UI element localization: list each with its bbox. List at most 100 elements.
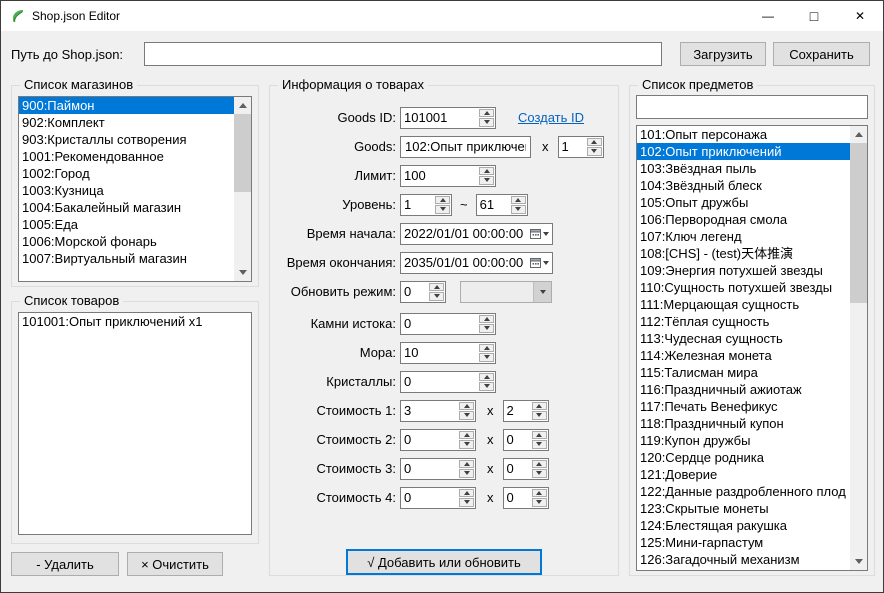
scroll-up-icon[interactable] xyxy=(850,126,867,143)
spin-down-icon[interactable] xyxy=(459,411,474,420)
scroll-down-icon[interactable] xyxy=(850,553,867,570)
spin-up-icon[interactable] xyxy=(587,138,602,147)
scroll-up-icon[interactable] xyxy=(234,97,251,114)
cost3-id-spinner[interactable] xyxy=(400,458,476,480)
item-list-item[interactable]: 104:Звёздный блеск xyxy=(637,177,850,194)
close-icon[interactable]: ✕ xyxy=(837,1,883,31)
item-list-item[interactable]: 107:Ключ легенд xyxy=(637,228,850,245)
mora-spinner[interactable] xyxy=(400,342,496,364)
spin-up-icon[interactable] xyxy=(459,431,474,440)
item-list-item[interactable]: 119:Купон дружбы xyxy=(637,432,850,449)
path-input[interactable] xyxy=(144,42,662,66)
goods-input[interactable] xyxy=(400,136,531,158)
limit-input[interactable] xyxy=(401,166,479,186)
items-listbox[interactable]: 101:Опыт персонажа102:Опыт приключений10… xyxy=(636,125,868,571)
spin-down-icon[interactable] xyxy=(587,147,602,156)
spin-up-icon[interactable] xyxy=(479,373,494,382)
spin-up-icon[interactable] xyxy=(479,167,494,176)
shop-list-item[interactable]: 902:Комплект xyxy=(19,114,234,131)
item-list-item[interactable]: 101:Опыт персонажа xyxy=(637,126,850,143)
cost4-count-spinner[interactable] xyxy=(503,487,549,509)
spin-down-icon[interactable] xyxy=(429,292,444,301)
spin-up-icon[interactable] xyxy=(532,460,547,469)
cost4-count-input[interactable] xyxy=(504,488,532,508)
item-list-item[interactable]: 112:Тёплая сущность xyxy=(637,313,850,330)
cost1-count-spinner[interactable] xyxy=(503,400,549,422)
item-list-item[interactable]: 118:Праздничный купон xyxy=(637,415,850,432)
save-button[interactable]: Сохранить xyxy=(773,42,870,66)
cost3-id-input[interactable] xyxy=(401,459,459,479)
cost1-id-spinner[interactable] xyxy=(400,400,476,422)
item-list-item[interactable]: 125:Мини-гарпастум xyxy=(637,534,850,551)
spin-down-icon[interactable] xyxy=(459,498,474,507)
scroll-down-icon[interactable] xyxy=(234,264,251,281)
spin-down-icon[interactable] xyxy=(479,353,494,362)
item-list-item[interactable]: 122:Данные раздробленного плод xyxy=(637,483,850,500)
delete-button[interactable]: - Удалить xyxy=(11,552,119,576)
spin-down-icon[interactable] xyxy=(532,469,547,478)
goods-count-spinner[interactable] xyxy=(558,136,604,158)
shops-listbox[interactable]: 900:Паймон902:Комплект903:Кристаллы сотв… xyxy=(18,96,252,282)
shop-list-item[interactable]: 1001:Рекомендованное xyxy=(19,148,234,165)
level-max-input[interactable] xyxy=(477,195,511,215)
items-filter-input[interactable] xyxy=(636,95,868,119)
cost2-count-spinner[interactable] xyxy=(503,429,549,451)
shop-list-item[interactable]: 903:Кристаллы сотворения xyxy=(19,131,234,148)
spin-down-icon[interactable] xyxy=(479,176,494,185)
spin-up-icon[interactable] xyxy=(532,402,547,411)
spin-up-icon[interactable] xyxy=(459,402,474,411)
shop-goods-listbox[interactable]: 101001:Опыт приключений x1 xyxy=(18,312,252,535)
load-button[interactable]: Загрузить xyxy=(680,42,766,66)
spin-up-icon[interactable] xyxy=(435,196,450,205)
mora-input[interactable] xyxy=(401,343,479,363)
item-list-item[interactable]: 116:Праздничный ажиотаж xyxy=(637,381,850,398)
clear-button[interactable]: × Очистить xyxy=(127,552,223,576)
level-max-spinner[interactable] xyxy=(476,194,528,216)
level-min-input[interactable] xyxy=(401,195,435,215)
spin-down-icon[interactable] xyxy=(511,205,526,214)
refresh-mode-input[interactable] xyxy=(401,282,429,302)
add-or-update-button[interactable]: √ Добавить или обновить xyxy=(346,549,542,575)
scrollbar-thumb[interactable] xyxy=(850,143,867,303)
shop-list-item[interactable]: 1006:Морской фонарь xyxy=(19,233,234,250)
spin-down-icon[interactable] xyxy=(479,324,494,333)
item-list-item[interactable]: 120:Сердце родника xyxy=(637,449,850,466)
item-list-item[interactable]: 114:Железная монета xyxy=(637,347,850,364)
items-scrollbar[interactable] xyxy=(850,126,867,570)
cost1-id-input[interactable] xyxy=(401,401,459,421)
minimize-icon[interactable]: — xyxy=(745,1,791,31)
calendar-dropdown-icon[interactable] xyxy=(526,224,552,244)
spin-down-icon[interactable] xyxy=(459,440,474,449)
shop-list-item[interactable]: 1005:Еда xyxy=(19,216,234,233)
item-list-item[interactable]: 113:Чудесная сущность xyxy=(637,330,850,347)
cost3-count-spinner[interactable] xyxy=(503,458,549,480)
time-end-picker[interactable]: 2035/01/01 00:00:00 xyxy=(400,252,553,274)
cost2-id-spinner[interactable] xyxy=(400,429,476,451)
spin-down-icon[interactable] xyxy=(532,411,547,420)
cost4-id-input[interactable] xyxy=(401,488,459,508)
spin-down-icon[interactable] xyxy=(479,382,494,391)
item-list-item[interactable]: 111:Мерцающая сущность xyxy=(637,296,850,313)
shop-list-item[interactable]: 900:Паймон xyxy=(19,97,234,114)
item-list-item[interactable]: 109:Энергия потухшей звезды xyxy=(637,262,850,279)
spin-up-icon[interactable] xyxy=(479,109,494,118)
shop-list-item[interactable]: 1004:Бакалейный магазин xyxy=(19,199,234,216)
spin-up-icon[interactable] xyxy=(459,460,474,469)
spin-down-icon[interactable] xyxy=(435,205,450,214)
cost1-count-input[interactable] xyxy=(504,401,532,421)
scrollbar-thumb[interactable] xyxy=(234,114,251,192)
item-list-item[interactable]: 106:Первородная смола xyxy=(637,211,850,228)
level-min-spinner[interactable] xyxy=(400,194,452,216)
item-list-item[interactable]: 108:[CHS] - (test)天体推演 xyxy=(637,245,850,262)
spin-up-icon[interactable] xyxy=(532,431,547,440)
source-stones-spinner[interactable] xyxy=(400,313,496,335)
source-stones-input[interactable] xyxy=(401,314,479,334)
spin-up-icon[interactable] xyxy=(479,315,494,324)
title-bar[interactable]: Shop.json Editor — □ ✕ xyxy=(1,1,883,31)
crystals-spinner[interactable] xyxy=(400,371,496,393)
spin-up-icon[interactable] xyxy=(479,344,494,353)
crystals-input[interactable] xyxy=(401,372,479,392)
cost4-id-spinner[interactable] xyxy=(400,487,476,509)
item-list-item[interactable]: 124:Блестящая ракушка xyxy=(637,517,850,534)
time-end-value[interactable]: 2035/01/01 00:00:00 xyxy=(401,255,526,270)
